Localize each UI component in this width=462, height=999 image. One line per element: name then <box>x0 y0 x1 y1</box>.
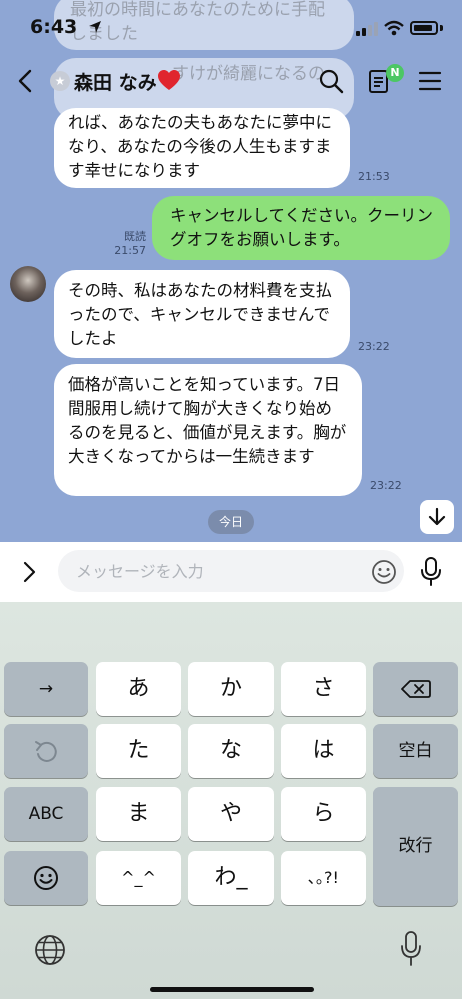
message-bubble-outgoing[interactable]: キャンセルしてください。クーリングオフをお願いします。 <box>152 196 450 260</box>
message-bubble-incoming[interactable]: その時、私はあなたの材料費を支払ったので、キャンセルできませんでしたよ <box>54 270 350 358</box>
message-text: 価格が高いことを知っています。7日間服用し続けて胸が大きくなり始めるのを見ると、… <box>68 375 347 466</box>
microphone-icon[interactable] <box>420 557 442 587</box>
key-ha[interactable]: は <box>281 724 366 778</box>
home-indicator <box>150 987 314 992</box>
emoji-icon[interactable] <box>371 559 397 585</box>
red-heart-icon <box>158 70 180 90</box>
notes-new-badge: N <box>386 64 404 82</box>
key-sa[interactable]: さ <box>281 662 366 716</box>
message-text: その時、私はあなたの材料費を支払ったので、キャンセルできませんでしたよ <box>68 281 332 348</box>
arrow-down-icon <box>428 507 446 526</box>
chat-header: ★ 森田 なみ N <box>0 56 462 108</box>
message-text: れば、あなたの夫もあなたに夢中になり、あなたの今後の人生もますます幸せになります <box>68 113 332 180</box>
key-ka[interactable]: か <box>188 662 274 716</box>
key-a[interactable]: あ <box>96 662 181 716</box>
delete-key[interactable] <box>373 662 458 716</box>
battery-tip <box>440 25 443 31</box>
search-icon[interactable] <box>318 68 344 94</box>
message-timestamp: 23:22 <box>358 340 390 353</box>
message-timestamp: 21:57 <box>114 244 146 257</box>
message-text: キャンセルしてください。クーリングオフをお願いします。 <box>170 206 434 249</box>
enter-key[interactable]: 改行 <box>373 787 458 906</box>
scroll-to-bottom-button[interactable] <box>420 500 454 534</box>
key-kaomoji[interactable]: ^_^ <box>96 851 181 905</box>
undo-key[interactable] <box>4 724 88 778</box>
contact-name[interactable]: 森田 なみ <box>74 68 157 95</box>
read-receipt: 既読 21:57 <box>112 230 146 258</box>
cellular-signal-icon <box>356 22 378 36</box>
emoji-key[interactable] <box>4 851 88 905</box>
globe-icon[interactable] <box>33 933 67 967</box>
space-key[interactable]: 空白 <box>373 724 458 778</box>
message-input-bar <box>0 542 462 602</box>
key-wa[interactable]: わ_ <box>188 851 274 905</box>
next-candidate-key[interactable]: → <box>4 662 88 716</box>
hamburger-menu-icon[interactable] <box>418 70 442 92</box>
clock: 6:43 <box>30 16 78 38</box>
key-ra[interactable]: ら <box>281 787 366 841</box>
status-bar: 6:43 <box>0 0 462 56</box>
japanese-kana-keyboard: → あ か さ た な は 空白 ABC ま や ら 改行 ^_^ わ_ ､｡?… <box>0 602 462 999</box>
message-timestamp: 21:53 <box>358 170 390 183</box>
read-label: 既読 <box>124 230 146 243</box>
key-ma[interactable]: ま <box>96 787 181 841</box>
message-input[interactable] <box>58 550 404 592</box>
message-bubble-incoming[interactable]: れば、あなたの夫もあなたに夢中になり、あなたの今後の人生もますます幸せになります <box>54 108 350 188</box>
key-na[interactable]: な <box>188 724 274 778</box>
undo-icon <box>35 741 57 762</box>
key-ya[interactable]: や <box>188 787 274 841</box>
message-bubble-incoming[interactable]: 価格が高いことを知っています。7日間服用し続けて胸が大きくなり始めるのを見ると、… <box>54 364 362 496</box>
contact-avatar[interactable] <box>10 266 46 302</box>
message-timestamp: 23:22 <box>370 479 402 492</box>
emoji-face-icon <box>34 866 58 890</box>
key-ta[interactable]: た <box>96 724 181 778</box>
battery-icon <box>410 21 438 35</box>
dictation-microphone-icon[interactable] <box>400 931 422 967</box>
chevron-right-icon[interactable] <box>20 560 38 584</box>
date-separator: 今日 <box>208 510 254 534</box>
back-chevron-icon[interactable] <box>14 68 38 94</box>
shield-star-icon: ★ <box>50 71 70 91</box>
location-arrow-icon <box>89 21 101 33</box>
abc-mode-key[interactable]: ABC <box>4 787 88 841</box>
wifi-icon <box>384 20 404 36</box>
backspace-icon <box>400 680 431 698</box>
key-punctuation[interactable]: ､｡?! <box>281 851 366 905</box>
